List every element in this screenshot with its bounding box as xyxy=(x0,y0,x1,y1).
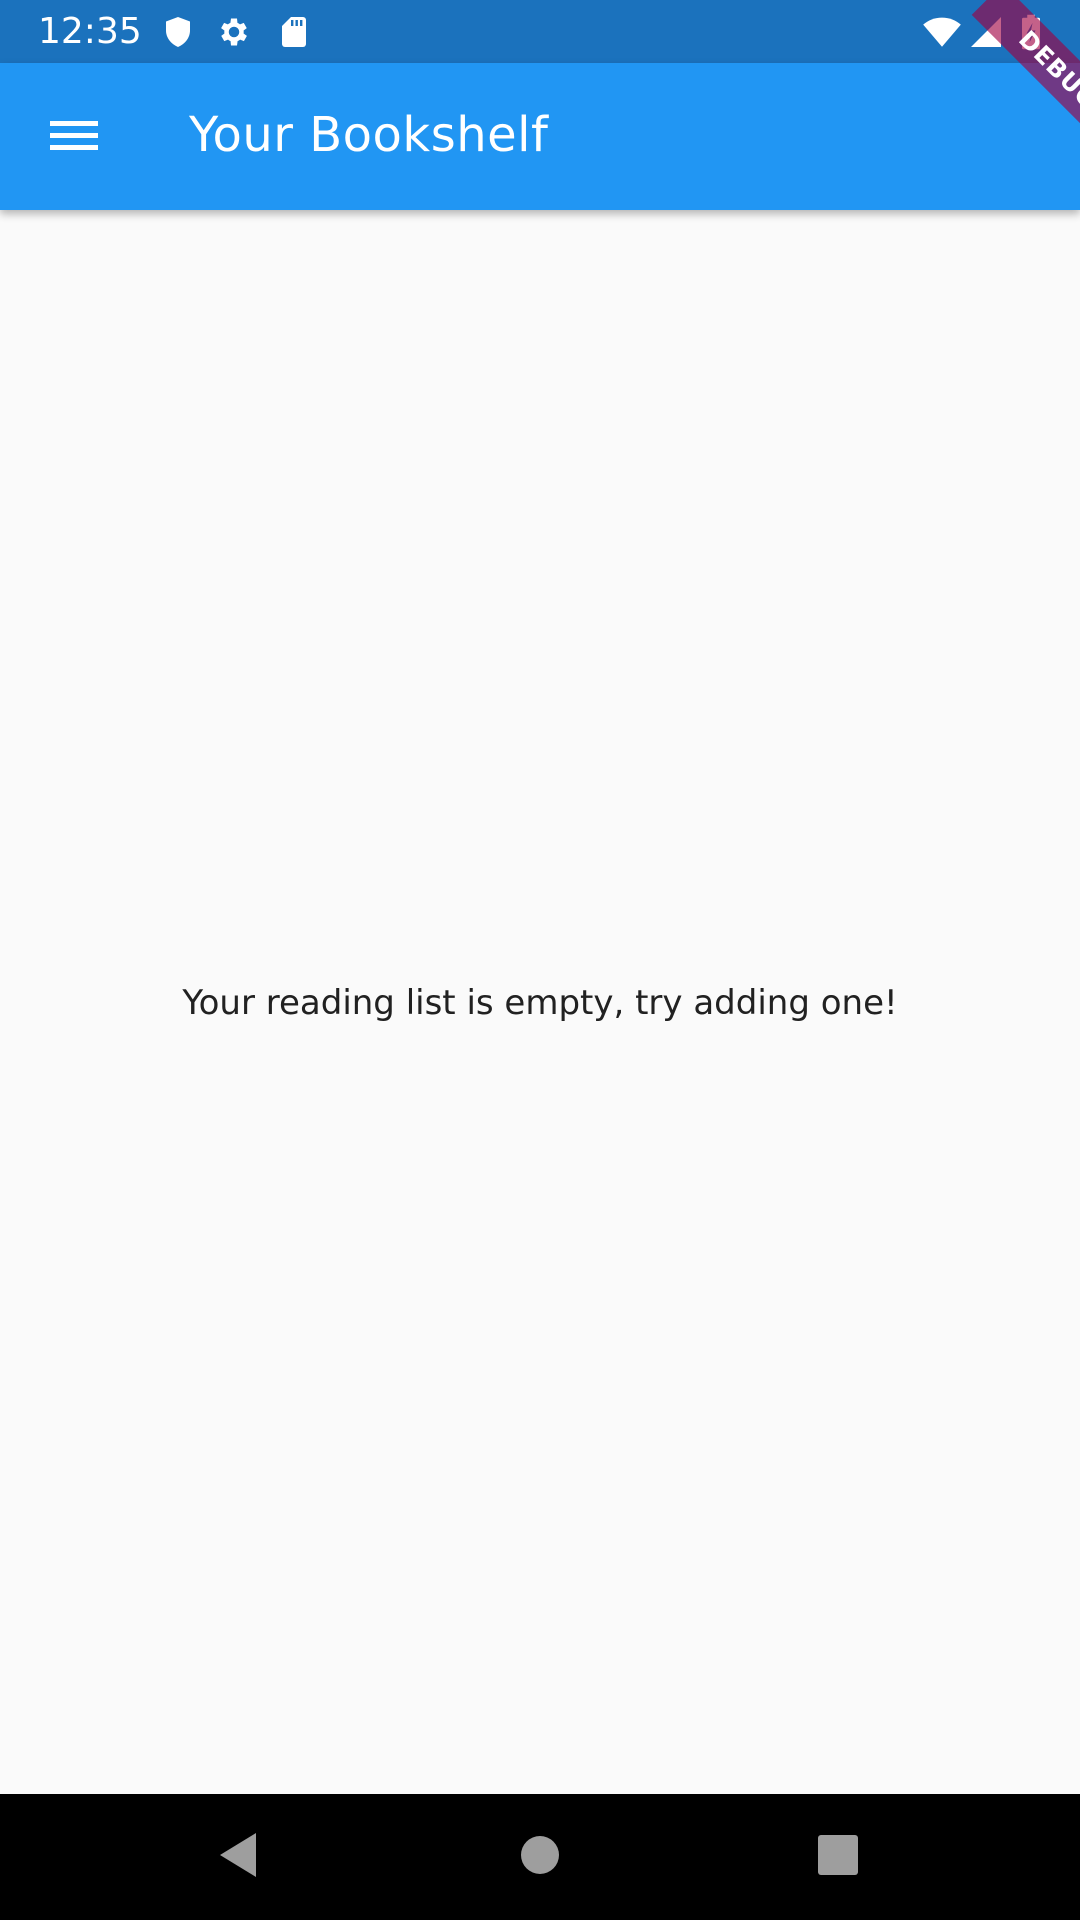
status-bar: 12:35 xyxy=(0,0,1080,63)
battery-charging-icon xyxy=(1016,14,1046,50)
back-icon xyxy=(216,1831,260,1883)
status-time: 12:35 xyxy=(38,11,142,52)
sd-card-icon xyxy=(276,14,312,50)
reading-list-body: Your reading list is empty, try adding o… xyxy=(0,210,1080,1794)
back-button[interactable] xyxy=(208,1827,268,1887)
shield-icon xyxy=(160,14,196,50)
cell-signal-icon xyxy=(968,14,1004,50)
page-title: Your Bookshelf xyxy=(189,107,549,163)
gear-icon xyxy=(216,14,252,50)
system-nav-bar xyxy=(0,1794,1080,1920)
empty-state-message: Your reading list is empty, try adding o… xyxy=(182,983,898,1023)
app-bar: Your Bookshelf xyxy=(0,63,1080,210)
menu-icon xyxy=(48,115,100,159)
recents-button[interactable] xyxy=(808,1827,868,1887)
home-button[interactable] xyxy=(510,1827,570,1887)
app-screen: 12:35 Your Bookshelf DEBUG Your reading … xyxy=(0,0,1080,1920)
recents-icon xyxy=(818,1835,858,1879)
home-icon xyxy=(520,1835,560,1879)
wifi-icon xyxy=(922,14,961,50)
menu-button[interactable] xyxy=(36,99,112,175)
